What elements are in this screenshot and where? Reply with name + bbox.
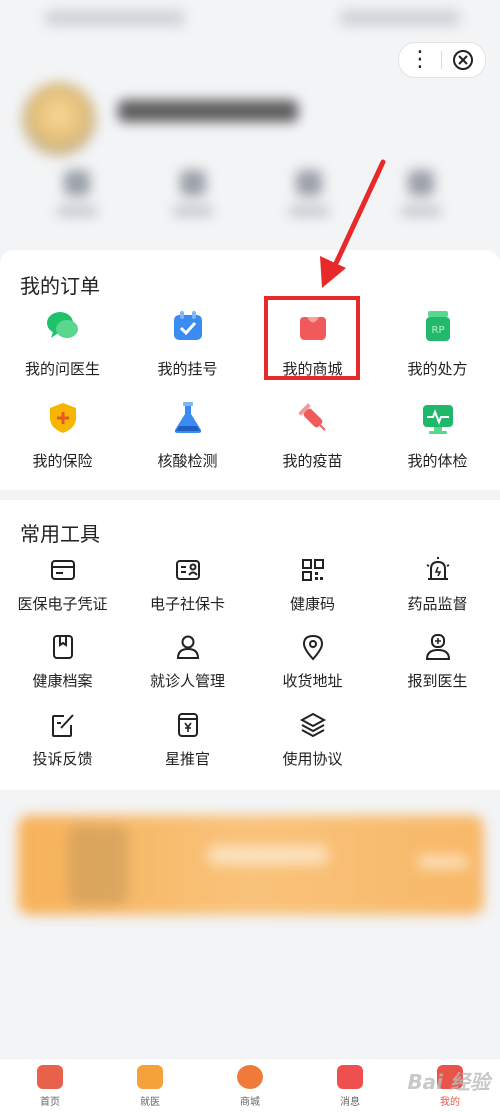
profile-stat[interactable]: [396, 170, 446, 224]
shield-plus-icon: [45, 400, 81, 436]
order-item-prescription[interactable]: RP 我的处方: [375, 308, 500, 379]
flask-icon: [170, 400, 206, 436]
qr-code-icon: [298, 555, 328, 585]
tab-medical[interactable]: 就医: [100, 1059, 200, 1112]
tab-home[interactable]: 首页: [0, 1059, 100, 1112]
tool-label: 医保电子凭证: [17, 595, 108, 613]
prescription-bottle-icon: RP: [420, 308, 456, 344]
tool-label: 使用协议: [282, 750, 343, 768]
avatar[interactable]: [22, 82, 96, 156]
orders-card: 我的订单 我的问医生 我的挂号 我的商城 RP 我的处方 我的保险 核酸检测 我…: [0, 250, 500, 490]
shop-icon: [37, 1065, 63, 1089]
profile-stat[interactable]: [168, 170, 218, 224]
tool-user-agreement[interactable]: 使用协议: [250, 710, 375, 769]
tab-label: 商城: [240, 1097, 260, 1108]
order-item-nucleic-test[interactable]: 核酸检测: [125, 400, 250, 471]
doctor-icon: [423, 632, 453, 662]
tab-label: 首页: [40, 1097, 60, 1108]
order-item-registration[interactable]: 我的挂号: [125, 308, 250, 379]
promo-banner[interactable]: [18, 815, 484, 915]
order-item-insurance[interactable]: 我的保险: [0, 400, 125, 471]
tool-complaint-feedback[interactable]: 投诉反馈: [0, 710, 125, 769]
monitor-heartbeat-icon: [420, 400, 456, 436]
tool-label: 就诊人管理: [149, 672, 225, 690]
order-item-checkup[interactable]: 我的体检: [375, 400, 500, 471]
edit-note-icon: [48, 710, 78, 740]
tool-patient-management[interactable]: 就诊人管理: [125, 632, 250, 691]
orders-title: 我的订单: [20, 274, 100, 298]
svg-text:RP: RP: [431, 325, 444, 336]
order-item-ask-doctor[interactable]: 我的问医生: [0, 308, 125, 379]
syringe-icon: [295, 400, 331, 436]
tab-label: 就医: [140, 1097, 160, 1108]
highlight-box: [264, 296, 360, 380]
profile-header: [0, 70, 500, 250]
tools-card: 常用工具 医保电子凭证 电子社保卡 健康码 药品监督 健康档案 就诊人管理 收货…: [0, 500, 500, 790]
order-item-label: 我的挂号: [157, 360, 218, 378]
order-item-label: 我的体检: [407, 452, 468, 470]
calendar-check-icon: [170, 308, 206, 344]
chat-bubble-icon: [45, 308, 81, 344]
tool-label: 电子社保卡: [149, 595, 225, 613]
tools-title: 常用工具: [20, 522, 100, 546]
medical-kit-icon: [137, 1065, 163, 1089]
profile-stat[interactable]: [52, 170, 102, 224]
profile-stat[interactable]: [284, 170, 334, 224]
tool-health-record[interactable]: 健康档案: [0, 632, 125, 691]
tool-shipping-address[interactable]: 收货地址: [250, 632, 375, 691]
tool-label: 健康码: [289, 595, 335, 613]
watermark: Bai 经验: [407, 1070, 490, 1094]
tab-label: 消息: [340, 1097, 360, 1108]
yen-tag-icon: [173, 710, 203, 740]
layers-icon: [298, 710, 328, 740]
id-card-icon: [173, 555, 203, 585]
tool-label: 收货地址: [282, 672, 343, 690]
tab-label: 我的: [440, 1097, 460, 1108]
order-item-vaccine[interactable]: 我的疫苗: [250, 400, 375, 471]
username: [118, 100, 298, 122]
tool-health-code[interactable]: 健康码: [250, 555, 375, 614]
tab-mall[interactable]: 商城: [200, 1059, 300, 1112]
person-icon: [173, 632, 203, 662]
order-item-label: 我的问医生: [24, 360, 100, 378]
heart-message-icon: [337, 1065, 363, 1089]
order-item-label: 我的疫苗: [282, 452, 343, 470]
tool-drug-supervision[interactable]: 药品监督: [375, 555, 500, 614]
order-item-label: 我的保险: [32, 452, 93, 470]
status-bar: [0, 0, 500, 40]
tool-report-doctor[interactable]: 报到医生: [375, 632, 500, 691]
tool-medical-insurance-voucher[interactable]: 医保电子凭证: [0, 555, 125, 614]
alarm-light-icon: [423, 555, 453, 585]
order-item-label: 核酸检测: [157, 452, 218, 470]
tool-label: 星推官: [164, 750, 210, 768]
tool-label: 报到医生: [407, 672, 468, 690]
order-item-label: 我的处方: [407, 360, 468, 378]
file-bookmark-icon: [48, 632, 78, 662]
card-icon: [48, 555, 78, 585]
tool-label: 健康档案: [32, 672, 93, 690]
tool-social-security-card[interactable]: 电子社保卡: [125, 555, 250, 614]
tool-label: 投诉反馈: [32, 750, 93, 768]
location-pin-icon: [298, 632, 328, 662]
tool-star-promoter[interactable]: 星推官: [125, 710, 250, 769]
mall-coin-icon: [237, 1065, 263, 1089]
tab-messages[interactable]: 消息: [300, 1059, 400, 1112]
tool-label: 药品监督: [407, 595, 468, 613]
close-icon[interactable]: [442, 49, 484, 71]
